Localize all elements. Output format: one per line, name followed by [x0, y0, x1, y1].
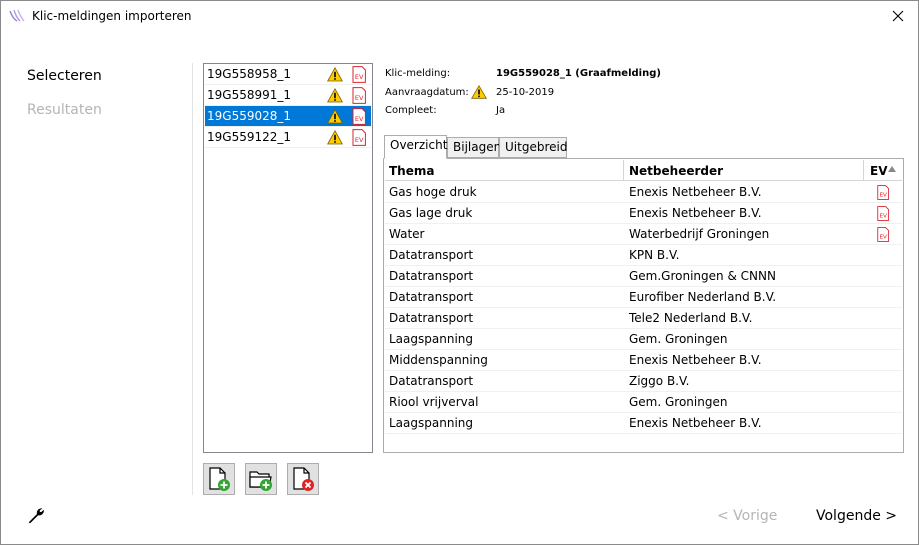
- import-dialog: Klic-meldingen importeren Selecteren Res…: [0, 0, 919, 545]
- svg-text:EV: EV: [879, 213, 887, 219]
- table-row[interactable]: Datatransport Ziggo B.V.: [385, 371, 902, 392]
- table-row[interactable]: Datatransport Tele2 Nederland B.V.: [385, 308, 902, 329]
- tab-uitgebreid[interactable]: Uitgebreid: [499, 137, 567, 158]
- overzicht-panel: Thema Netbeheerder EV Gas hoge druk Enexi…: [383, 158, 904, 453]
- cell-thema: Datatransport: [389, 290, 474, 304]
- nav-selecteren[interactable]: Selecteren: [27, 68, 102, 84]
- cell-netbeheerder: KPN B.V.: [629, 248, 680, 262]
- cell-thema: Riool vrijverval: [389, 395, 479, 409]
- previous-button[interactable]: < Vorige: [717, 508, 777, 524]
- remove-file-icon: [293, 467, 314, 491]
- melding-list-item[interactable]: 19G558991_1 EV: [205, 85, 371, 106]
- compleet-label: Compleet:: [385, 105, 437, 116]
- close-icon: [892, 10, 904, 22]
- remove-file-button[interactable]: [287, 463, 319, 495]
- table-row[interactable]: Water Waterbedrijf Groningen EV: [385, 224, 902, 245]
- add-folder-button[interactable]: [245, 463, 277, 495]
- grid-header: Thema Netbeheerder EV: [385, 160, 902, 181]
- warning-icon: [327, 67, 343, 82]
- melding-id: 19G559028_1: [207, 109, 292, 123]
- warning-icon: [327, 109, 343, 124]
- table-row[interactable]: Riool vrijverval Gem. Groningen: [385, 392, 902, 413]
- cell-netbeheerder: Waterbedrijf Groningen: [629, 227, 770, 241]
- melding-value: 19G559028_1 (Graafmelding): [496, 68, 661, 79]
- table-row[interactable]: Gas hoge druk Enexis Netbeheer B.V. EV: [385, 182, 902, 203]
- warning-icon: [327, 130, 343, 145]
- ev-document-icon: EV: [877, 185, 890, 200]
- tab-overzicht[interactable]: Overzicht: [384, 135, 447, 159]
- column-separator[interactable]: [863, 160, 864, 181]
- melding-id: 19G558991_1: [207, 88, 292, 102]
- melding-label: Klic-melding:: [385, 68, 451, 79]
- warning-icon: [327, 88, 343, 103]
- svg-text:EV: EV: [879, 234, 887, 240]
- wrench-icon[interactable]: [27, 507, 45, 525]
- title-bar: Klic-meldingen importeren: [1, 1, 918, 31]
- cell-thema: Gas hoge druk: [389, 185, 477, 199]
- nav-resultaten[interactable]: Resultaten: [27, 102, 102, 118]
- table-row[interactable]: Datatransport Eurofiber Nederland B.V.: [385, 287, 902, 308]
- column-header-netbeheerder[interactable]: Netbeheerder: [629, 164, 723, 178]
- column-header-ev[interactable]: EV: [870, 164, 887, 178]
- ev-document-icon: EV: [877, 227, 890, 242]
- tab-bijlagen[interactable]: Bijlagen: [447, 137, 501, 158]
- ev-document-icon: EV: [352, 66, 366, 83]
- app-logo-icon: [9, 9, 25, 22]
- add-folder-icon: [249, 471, 272, 491]
- compleet-value: Ja: [496, 105, 506, 116]
- add-file-button[interactable]: [203, 463, 235, 495]
- cell-thema: Water: [389, 227, 425, 241]
- next-button[interactable]: Volgende >: [816, 508, 897, 524]
- melding-list-item[interactable]: 19G559122_1 EV: [205, 127, 371, 148]
- table-row[interactable]: Gas lage druk Enexis Netbeheer B.V. EV: [385, 203, 902, 224]
- cell-netbeheerder: Gem. Groningen: [629, 332, 728, 346]
- warning-icon: [471, 85, 487, 99]
- window-title: Klic-meldingen importeren: [32, 9, 192, 23]
- cell-netbeheerder: Gem. Groningen: [629, 395, 728, 409]
- table-row[interactable]: Datatransport Gem.Groningen & CNNN: [385, 266, 902, 287]
- melding-id: 19G558958_1: [207, 67, 292, 81]
- cell-thema: Datatransport: [389, 374, 474, 388]
- cell-netbeheerder: Eurofiber Nederland B.V.: [629, 290, 777, 304]
- cell-thema: Gas lage druk: [389, 206, 473, 220]
- ev-document-icon: EV: [352, 87, 366, 104]
- table-row[interactable]: Laagspanning Gem. Groningen: [385, 329, 902, 350]
- nav-divider: [192, 63, 193, 495]
- cell-netbeheerder: Enexis Netbeheer B.V.: [629, 353, 762, 367]
- column-separator[interactable]: [623, 160, 624, 181]
- svg-text:EV: EV: [355, 115, 364, 123]
- cell-netbeheerder: Tele2 Nederland B.V.: [629, 311, 753, 325]
- cell-netbeheerder: Enexis Netbeheer B.V.: [629, 185, 762, 199]
- svg-text:EV: EV: [355, 94, 364, 102]
- cell-netbeheerder: Ziggo B.V.: [629, 374, 690, 388]
- aanvraagdatum-value: 25-10-2019: [496, 87, 555, 98]
- melding-list[interactable]: 19G558958_1 EV 19G558991_1 EV 19G559028_1 EV 1…: [203, 63, 373, 453]
- cell-netbeheerder: Enexis Netbeheer B.V.: [629, 206, 762, 220]
- ev-document-icon: EV: [352, 129, 366, 146]
- melding-list-item[interactable]: 19G559028_1 EV: [205, 106, 371, 127]
- ev-document-icon: EV: [877, 206, 890, 221]
- ev-document-icon: EV: [352, 108, 366, 125]
- melding-list-item[interactable]: 19G558958_1 EV: [205, 64, 371, 85]
- cell-thema: Laagspanning: [389, 332, 473, 346]
- cell-thema: Datatransport: [389, 311, 474, 325]
- cell-thema: Datatransport: [389, 269, 474, 283]
- svg-text:EV: EV: [355, 136, 364, 144]
- column-header-thema[interactable]: Thema: [389, 164, 434, 178]
- aanvraagdatum-label: Aanvraagdatum:: [385, 87, 469, 98]
- svg-text:EV: EV: [879, 192, 887, 198]
- cell-netbeheerder: Gem.Groningen & CNNN: [629, 269, 776, 283]
- sort-ascending-icon: [888, 166, 896, 172]
- add-file-icon: [209, 467, 230, 491]
- svg-text:EV: EV: [355, 73, 364, 81]
- cell-thema: Laagspanning: [389, 416, 473, 430]
- cell-thema: Middenspanning: [389, 353, 488, 367]
- table-row[interactable]: Middenspanning Enexis Netbeheer B.V.: [385, 350, 902, 371]
- table-row[interactable]: Laagspanning Enexis Netbeheer B.V.: [385, 413, 902, 434]
- melding-id: 19G559122_1: [207, 130, 292, 144]
- cell-thema: Datatransport: [389, 248, 474, 262]
- table-row[interactable]: Datatransport KPN B.V.: [385, 245, 902, 266]
- cell-netbeheerder: Enexis Netbeheer B.V.: [629, 416, 762, 430]
- close-button[interactable]: [878, 1, 918, 31]
